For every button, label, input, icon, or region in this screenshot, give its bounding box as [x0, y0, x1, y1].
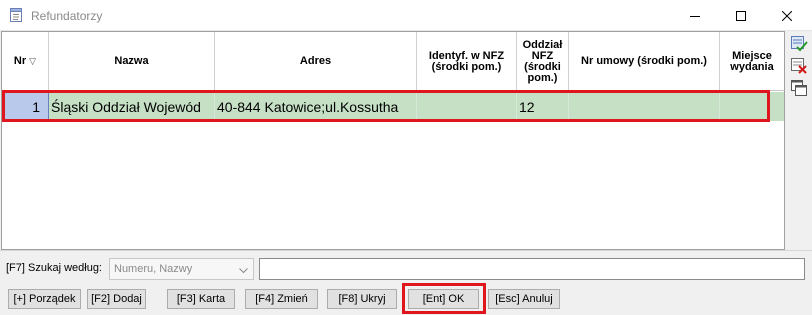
minimize-button[interactable]: [672, 0, 718, 31]
search-label: [F7] Szukaj według:: [6, 262, 102, 274]
search-input[interactable]: [259, 258, 805, 280]
row-highlight-frame: [2, 90, 770, 122]
column-label-oddzial-line3: (środki: [524, 60, 561, 73]
column-header-nr-umowy[interactable]: Nr umowy (środki pom.): [569, 32, 720, 91]
side-toolbar: [786, 31, 812, 250]
maximize-button[interactable]: [718, 0, 764, 31]
column-label-oddzial-line2: NFZ: [531, 49, 554, 62]
select-check-icon[interactable]: [789, 34, 809, 54]
grid-header: Nr ▽ Nazwa Adres Identyf. w NFZ (środki …: [2, 32, 784, 91]
column-label-miejsce-line2: wydania: [730, 60, 774, 73]
window-title: Refundatorzy: [31, 9, 103, 23]
card-button[interactable]: [F3] Karta: [167, 289, 235, 309]
column-header-adres[interactable]: Adres: [215, 32, 417, 91]
column-header-identyf[interactable]: Identyf. w NFZ (środki pom.): [417, 32, 517, 91]
column-label-nr: Nr: [13, 55, 27, 67]
cancel-button[interactable]: [Esc] Anuluj: [488, 289, 560, 309]
change-button[interactable]: [F4] Zmień: [245, 289, 318, 309]
ok-button-highlight-frame: [402, 283, 486, 314]
refundatorzy-grid[interactable]: Nr ▽ Nazwa Adres Identyf. w NFZ (środki …: [1, 31, 785, 250]
column-label-oddzial-line1: Oddział: [522, 38, 563, 51]
column-header-miejsce[interactable]: Miejsce wydania: [720, 32, 784, 91]
porzadek-button[interactable]: [+] Porządek: [8, 289, 81, 309]
column-header-oddzial[interactable]: Oddział NFZ (środki pom.): [517, 32, 569, 91]
column-header-nazwa[interactable]: Nazwa: [49, 32, 215, 91]
chevron-down-icon: [239, 265, 248, 277]
search-criteria-select[interactable]: Numeru, Nazwy: [109, 258, 254, 280]
search-criteria-value: Numeru, Nazwy: [114, 263, 193, 275]
close-button[interactable]: [764, 0, 810, 31]
column-label-adres: Adres: [299, 55, 332, 67]
column-label-oddzial-line4: pom.): [527, 71, 558, 84]
column-label-identyf-line2: (środki pom.): [431, 60, 502, 73]
column-label-miejsce-line1: Miejsce: [732, 49, 772, 62]
notebook-icon: [9, 7, 23, 23]
sort-indicator-icon: ▽: [29, 56, 37, 66]
close-icon: [782, 10, 792, 21]
maximize-icon: [736, 10, 746, 21]
delete-icon[interactable]: [789, 56, 809, 76]
hide-button[interactable]: [F8] Ukryj: [327, 289, 397, 309]
windows-icon[interactable]: [789, 78, 809, 98]
column-label-nr-umowy: Nr umowy (środki pom.): [581, 55, 707, 67]
title-bar: Refundatorzy: [0, 0, 812, 31]
column-header-nr[interactable]: Nr ▽: [2, 32, 49, 91]
column-label-identyf-line1: Identyf. w NFZ: [428, 49, 505, 62]
minimize-icon: [690, 15, 700, 17]
column-label-nazwa: Nazwa: [114, 55, 149, 67]
add-button[interactable]: [F2] Dodaj: [87, 289, 146, 309]
